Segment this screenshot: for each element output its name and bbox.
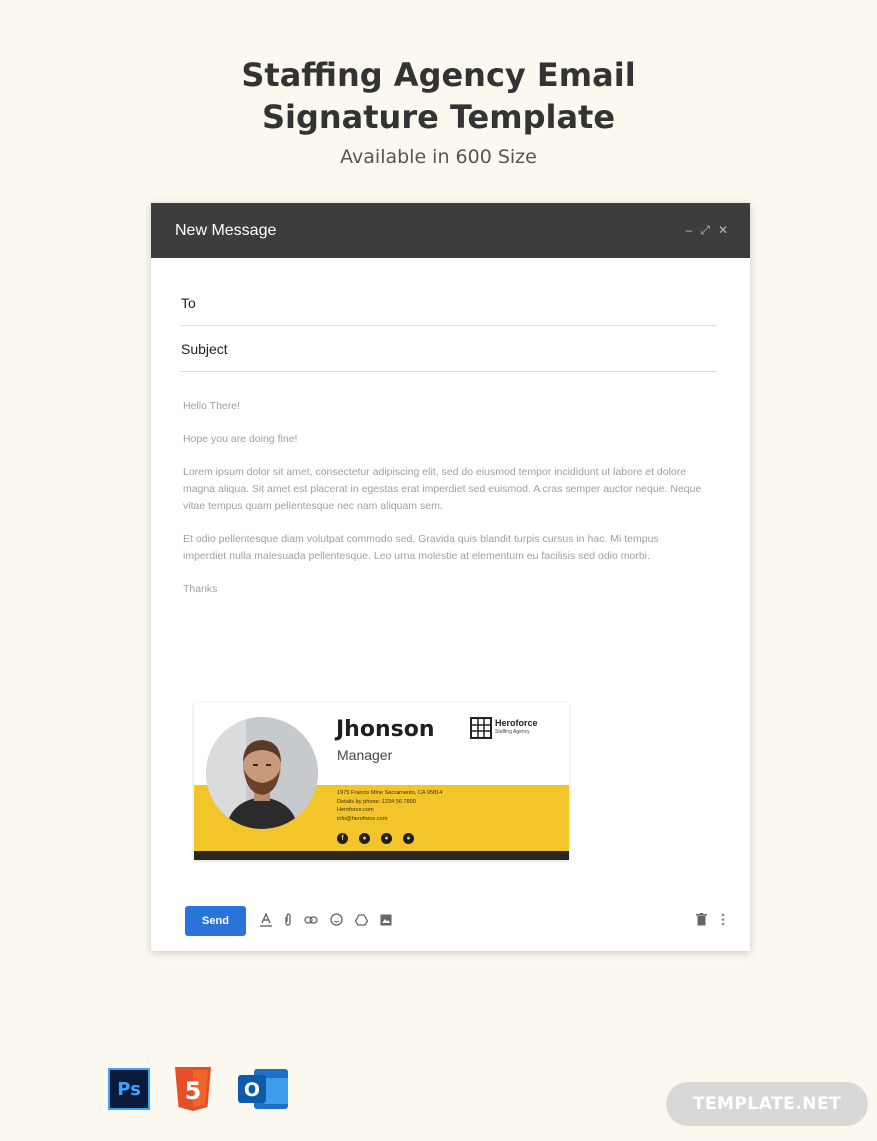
pinterest-icon[interactable]: ● [403, 833, 414, 844]
company-logo: Heroforce Staffing Agency [470, 717, 538, 739]
template-net-badge[interactable]: TEMPLATE.NET [666, 1082, 868, 1126]
outlook-icon: O [238, 1069, 288, 1109]
email-link[interactable]: info@heroforce.com [337, 815, 442, 824]
company-tagline: Staffing Agency [495, 729, 530, 735]
outlook-label: O [244, 1079, 260, 1101]
compose-window: New Message – ⤢ ✕ To Subject Hello There… [151, 203, 750, 951]
message-body[interactable]: Hello There! Hope you are doing fine! Lo… [183, 398, 703, 614]
closing-text: Thanks [183, 583, 218, 595]
formatting-tools [260, 911, 392, 930]
toolbar-right [696, 913, 725, 929]
to-label: To [181, 295, 196, 311]
trash-icon[interactable] [696, 913, 707, 929]
subject-field[interactable]: Subject [181, 341, 717, 372]
format-text-icon[interactable] [260, 911, 272, 930]
facebook-icon[interactable]: f [337, 833, 348, 844]
signature-title: Manager [337, 747, 393, 763]
page-subtitle: Available in 600 Size [340, 146, 537, 168]
html5-icon: 5 [175, 1067, 211, 1111]
send-button[interactable]: Send [185, 906, 246, 936]
contact-details: 1975 Francis Mine Sacramento, CA 95814 D… [337, 789, 442, 823]
greeting-text: Hello There! [183, 400, 241, 412]
page-title-line2: Signature Template [261, 98, 616, 136]
photoshop-icon: Ps [108, 1068, 150, 1110]
compose-toolbar: Send [185, 906, 725, 936]
grid-logo-icon [470, 717, 492, 739]
linkedin-icon[interactable]: ● [381, 833, 392, 844]
minimize-icon[interactable]: – [686, 223, 693, 238]
html5-label: 5 [185, 1077, 202, 1105]
portrait-image [206, 717, 318, 829]
signature-bottom-bar [194, 851, 569, 860]
attach-icon[interactable] [284, 912, 292, 930]
address-text: 1975 Francis Mine Sacramento, CA 95814 [337, 790, 443, 796]
compose-title: New Message [175, 221, 277, 239]
social-links: f ● ● ● [337, 833, 414, 844]
emoji-icon[interactable] [330, 913, 343, 929]
body-paragraph-2: Et odio pellentesque diam volutpat commo… [183, 533, 659, 562]
link-icon[interactable] [304, 914, 318, 928]
subject-label: Subject [181, 341, 228, 357]
company-logo-text: Heroforce Staffing Agency [495, 719, 538, 737]
company-name: Heroforce [495, 718, 538, 728]
expand-icon[interactable]: ⤢ [700, 223, 710, 238]
email-signature: Jhonson Manager Heroforce Staffing Agenc… [194, 703, 569, 860]
page-title-line1: Staffing Agency Email [241, 56, 636, 94]
avatar [206, 717, 318, 829]
to-field[interactable]: To [181, 295, 717, 326]
more-icon[interactable] [721, 913, 725, 929]
website-link[interactable]: Heroforce.com [337, 806, 442, 815]
page-title: Staffing Agency Email Signature Template [0, 54, 877, 138]
signature-name: Jhonson [336, 717, 435, 742]
body-line: Hope you are doing fine! [183, 433, 298, 445]
twitter-icon[interactable]: ● [359, 833, 370, 844]
drive-icon[interactable] [354, 913, 369, 929]
compose-header: New Message – ⤢ ✕ [151, 203, 750, 258]
body-paragraph-1: Lorem ipsum dolor sit amet, consectetur … [183, 466, 702, 512]
phone-text: Details by phone: 1234 56 7890 [337, 798, 416, 805]
app-icons: Ps 5 O [108, 1066, 290, 1112]
close-icon[interactable]: ✕ [718, 223, 728, 238]
window-controls: – ⤢ ✕ [686, 223, 728, 238]
photo-icon[interactable] [380, 914, 392, 929]
